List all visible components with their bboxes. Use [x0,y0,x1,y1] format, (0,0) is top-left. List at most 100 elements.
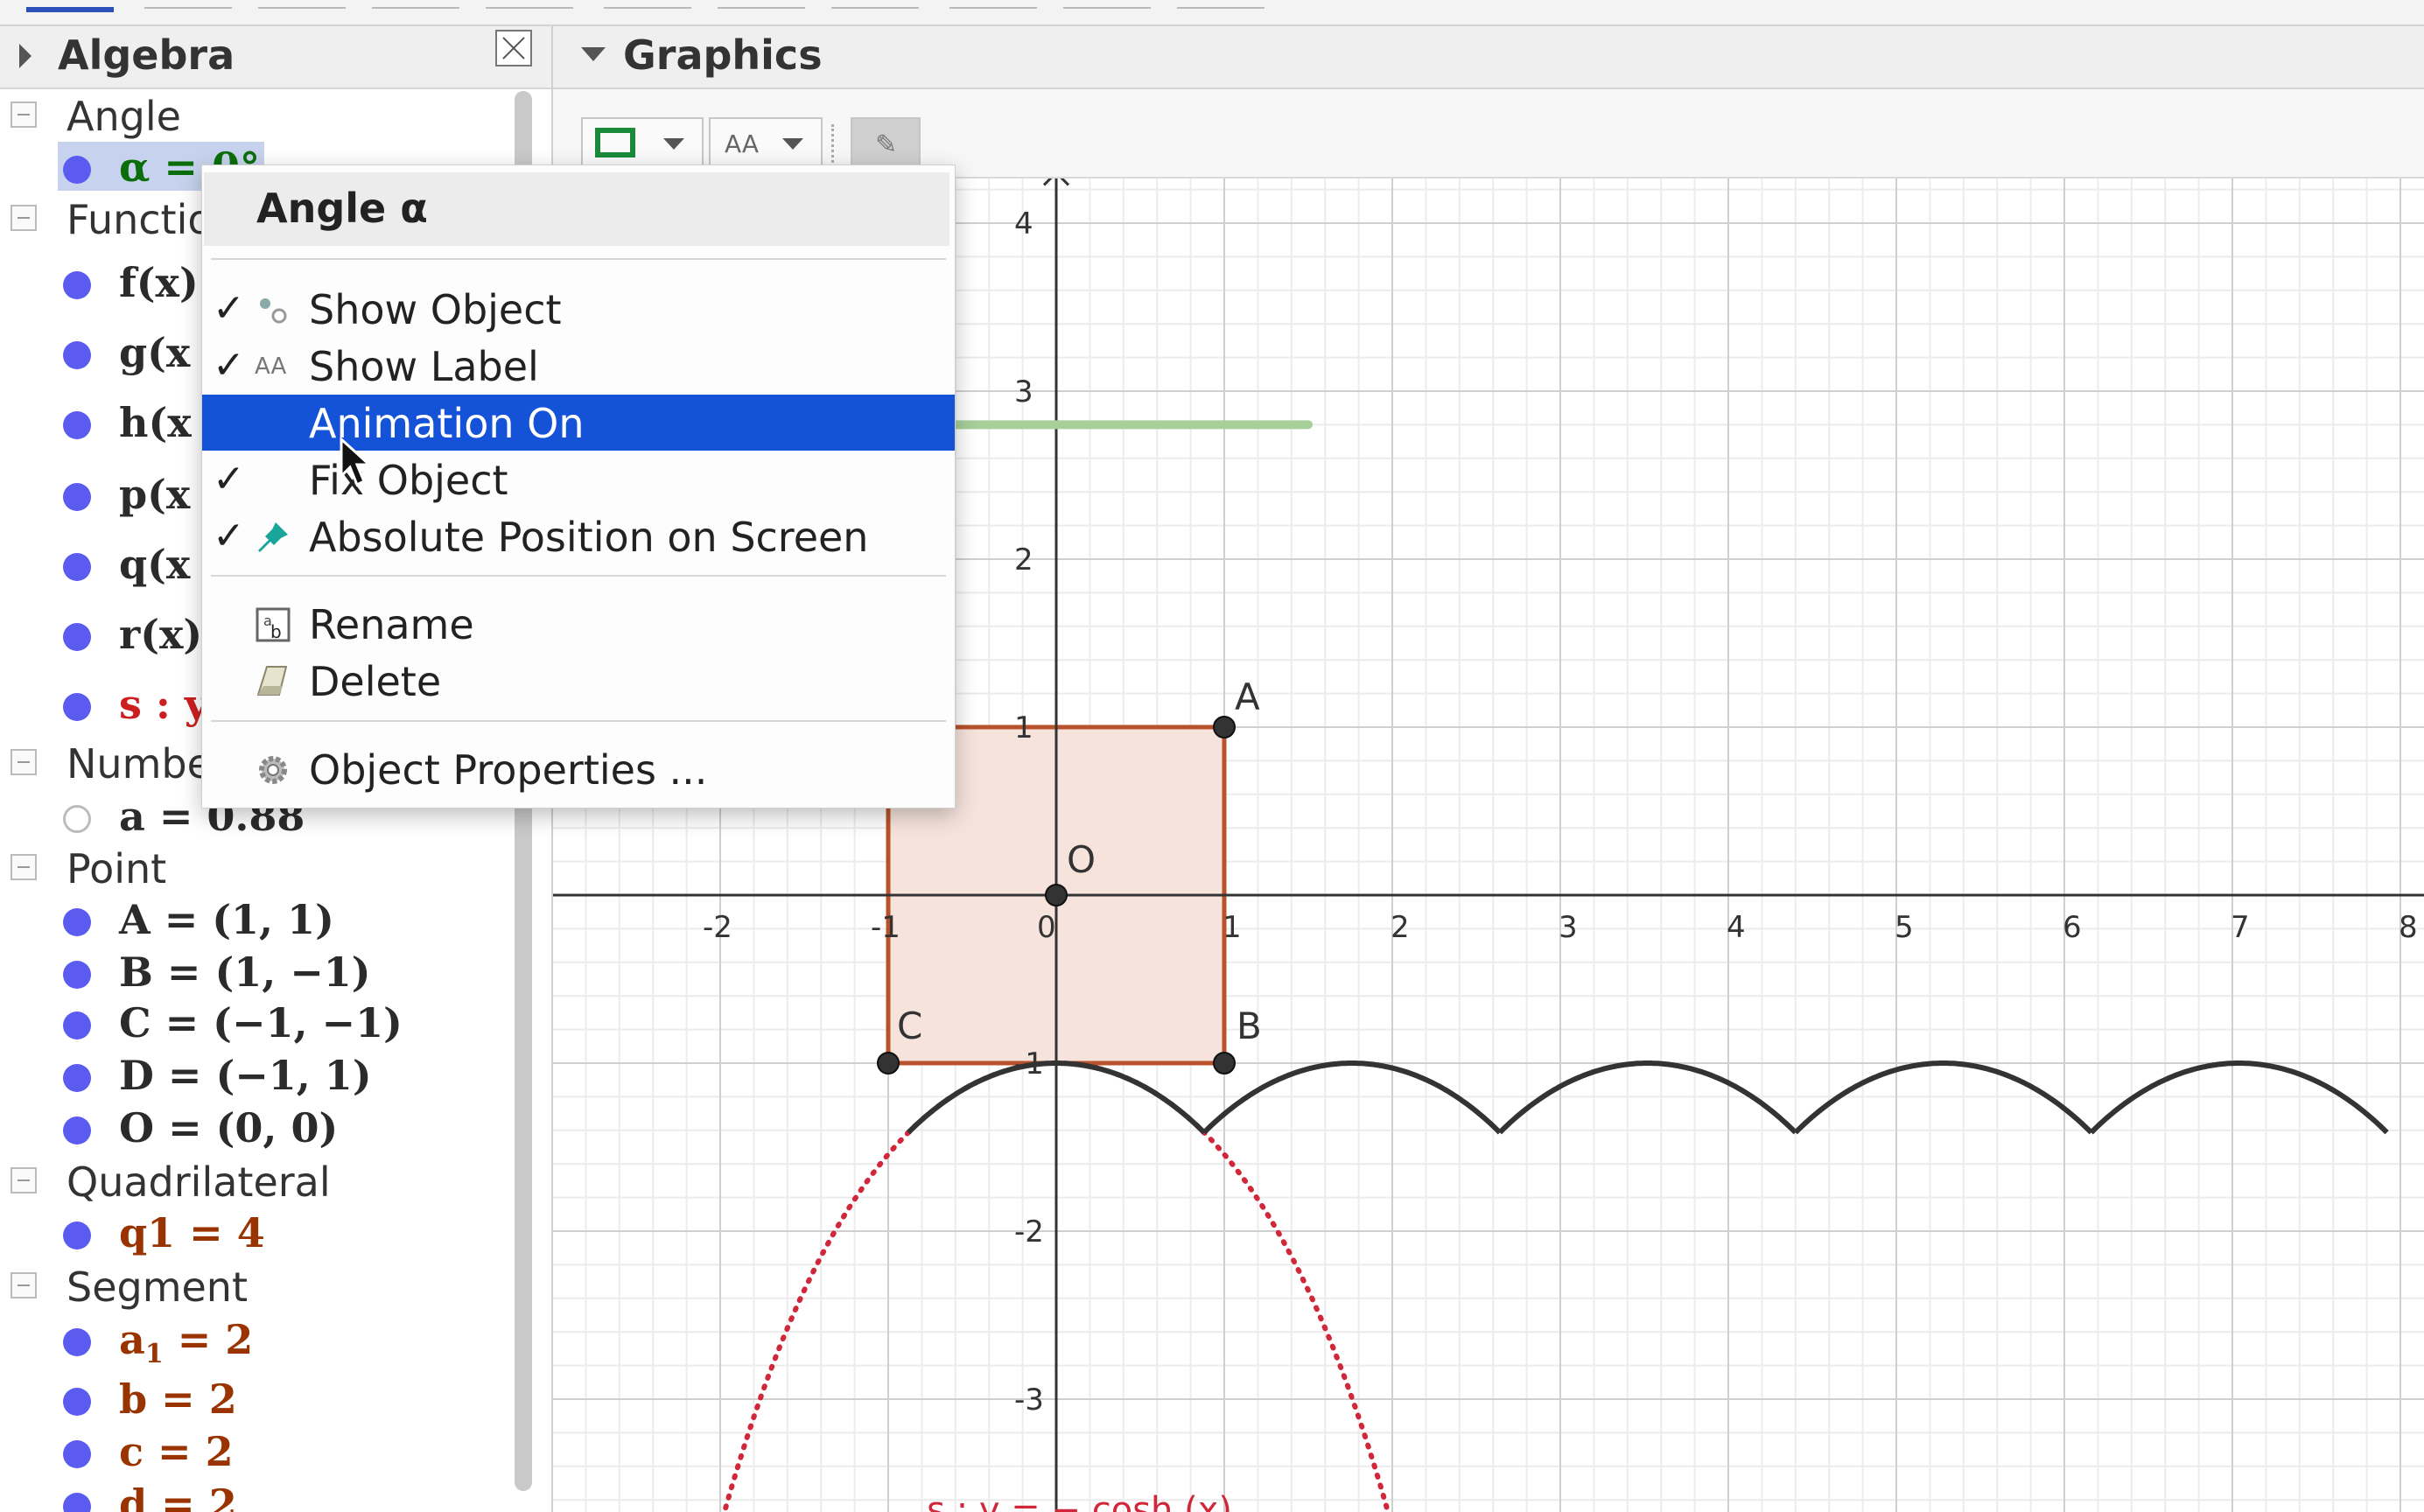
algebra-group-quadrilateral[interactable]: Quadrilateral [0,1155,508,1208]
point-label: B [1237,1004,1262,1047]
menu-item-delete[interactable]: Delete [202,653,955,709]
function-s-label: s : y = − cosh (x) [927,1490,1232,1512]
visibility-toggle-icon[interactable] [63,1116,91,1144]
menu-item-label: Delete [309,658,442,705]
visibility-toggle-icon[interactable] [63,623,91,651]
pin-icon: ✎ [875,130,898,160]
algebra-group-angle[interactable]: Angle [0,89,508,142]
context-menu-header: Angle α [204,172,949,246]
visibility-toggle-icon[interactable] [63,1493,91,1512]
algebra-item[interactable]: D = (−1, 1) [0,1050,508,1102]
toolbar-tool-button[interactable] [1177,0,1265,9]
point-c[interactable] [877,1052,900,1074]
y-tick-label: -2 [1014,1214,1044,1250]
algebra-item-text: O = (0, 0) [119,1104,339,1152]
collapse-minus-icon[interactable] [11,1167,37,1194]
x-tick-label: 7 [2231,910,2250,945]
visibility-toggle-icon[interactable] [63,411,91,439]
menu-item-object-properties[interactable]: Object Properties ... [202,741,955,797]
algebra-item-text: A = (1, 1) [119,896,334,943]
algebra-item[interactable]: A = (1, 1) [0,894,508,947]
toolbar-tool-button[interactable] [949,0,1037,9]
algebra-item[interactable]: c = 2 [0,1426,508,1479]
collapse-minus-icon[interactable] [11,205,37,231]
point-b[interactable] [1213,1052,1236,1074]
visibility-toggle-icon[interactable] [63,271,91,299]
algebra-item[interactable]: a1 = 2 [0,1314,508,1369]
expand-triangle-icon[interactable] [19,44,32,68]
algebra-group-label: Point [67,845,167,892]
visibility-toggle-icon[interactable] [63,1328,91,1356]
visibility-toggle-icon[interactable] [63,483,91,511]
checkmark-icon: ✓ [213,343,245,388]
menu-item-label: Show Object [309,286,562,333]
toolbar-tool-button[interactable] [486,0,573,9]
label-style-button[interactable]: AA [709,117,823,170]
x-tick-label: -1 [871,910,900,945]
visibility-toggle-icon[interactable] [63,553,91,581]
collapse-minus-icon[interactable] [11,1272,37,1298]
menu-item-show-object[interactable]: ✓ Show Object [202,281,955,337]
algebra-item[interactable]: q1 = 4 [0,1208,508,1260]
visibility-toggle-icon[interactable] [63,693,91,721]
toolbar-tool-button[interactable] [372,0,459,9]
visibility-toggle-icon[interactable] [63,1440,91,1468]
algebra-item-text: f(x) [119,259,199,306]
visibility-toggle-icon[interactable] [63,1064,91,1092]
menu-item-label: Object Properties ... [309,746,708,794]
menu-item-show-label[interactable]: ✓ AA Show Label [202,338,955,394]
visibility-toggle-icon[interactable] [63,341,91,369]
algebra-item-text: h(x [119,399,192,446]
algebra-item-text: q(x [119,541,191,588]
x-tick-label: 3 [1559,910,1578,945]
chevron-down-icon [782,138,803,150]
visibility-toggle-icon[interactable] [63,156,91,184]
toolbar-tool-button[interactable] [604,0,691,9]
algebra-item[interactable]: d = 2 [0,1479,508,1512]
algebra-header: Algebra [0,26,551,89]
menu-item-fix-object[interactable]: ✓ Fix Object [202,452,955,508]
graphics-frame-icon [595,128,635,158]
toolbar-tool-button[interactable] [258,0,346,9]
show-object-icon [260,298,287,324]
visibility-toggle-icon[interactable] [63,1012,91,1040]
algebra-item[interactable]: b = 2 [0,1374,508,1426]
toolbar-tool-button[interactable] [718,0,805,9]
point-o[interactable] [1045,884,1068,906]
object-context-menu: Angle α ✓ Show Object ✓ AA Show Label An… [201,164,956,808]
graphics-title: Graphics [623,32,823,79]
axes-grid-toggle-button[interactable] [581,117,704,170]
algebra-item[interactable]: O = (0, 0) [0,1102,508,1155]
algebra-item[interactable]: C = (−1, −1) [0,998,508,1050]
algebra-item[interactable]: B = (1, −1) [0,947,508,999]
mouse-cursor-icon [340,438,373,487]
point-a[interactable] [1213,716,1236,738]
collapse-minus-icon[interactable] [11,749,37,775]
toolbar-tool-button[interactable] [1063,0,1151,9]
close-icon[interactable] [495,30,532,66]
y-tick-label: 2 [1014,542,1033,578]
toolbar-tool-button[interactable] [831,0,919,9]
x-tick-label: 5 [1895,910,1914,945]
menu-item-rename[interactable]: a b Rename [202,596,955,652]
collapse-minus-icon[interactable] [11,854,37,880]
menu-item-animation-on[interactable]: Animation On [202,395,955,451]
visibility-toggle-icon[interactable] [63,1222,91,1250]
algebra-group-point[interactable]: Point [0,842,508,894]
menu-item-absolute-position[interactable]: ✓ Absolute Position on Screen [202,508,955,564]
visibility-toggle-icon[interactable] [63,908,91,936]
toolbar-tool-button[interactable] [26,0,114,12]
algebra-item-text: B = (1, −1) [119,948,371,996]
menu-item-label: Absolute Position on Screen [309,514,869,561]
collapse-triangle-icon[interactable] [581,47,606,61]
toolbar-tool-button[interactable] [144,0,232,9]
checkmark-icon: ✓ [213,514,245,558]
pin-toggle-button[interactable]: ✎ [851,117,921,170]
visibility-toggle-icon[interactable] [63,1388,91,1416]
algebra-item-text: r(x) [119,611,203,658]
visibility-toggle-icon[interactable] [63,805,91,833]
collapse-minus-icon[interactable] [11,102,37,128]
menu-item-label: Rename [309,601,474,648]
algebra-group-segment[interactable]: Segment [0,1260,508,1312]
visibility-toggle-icon[interactable] [63,961,91,989]
